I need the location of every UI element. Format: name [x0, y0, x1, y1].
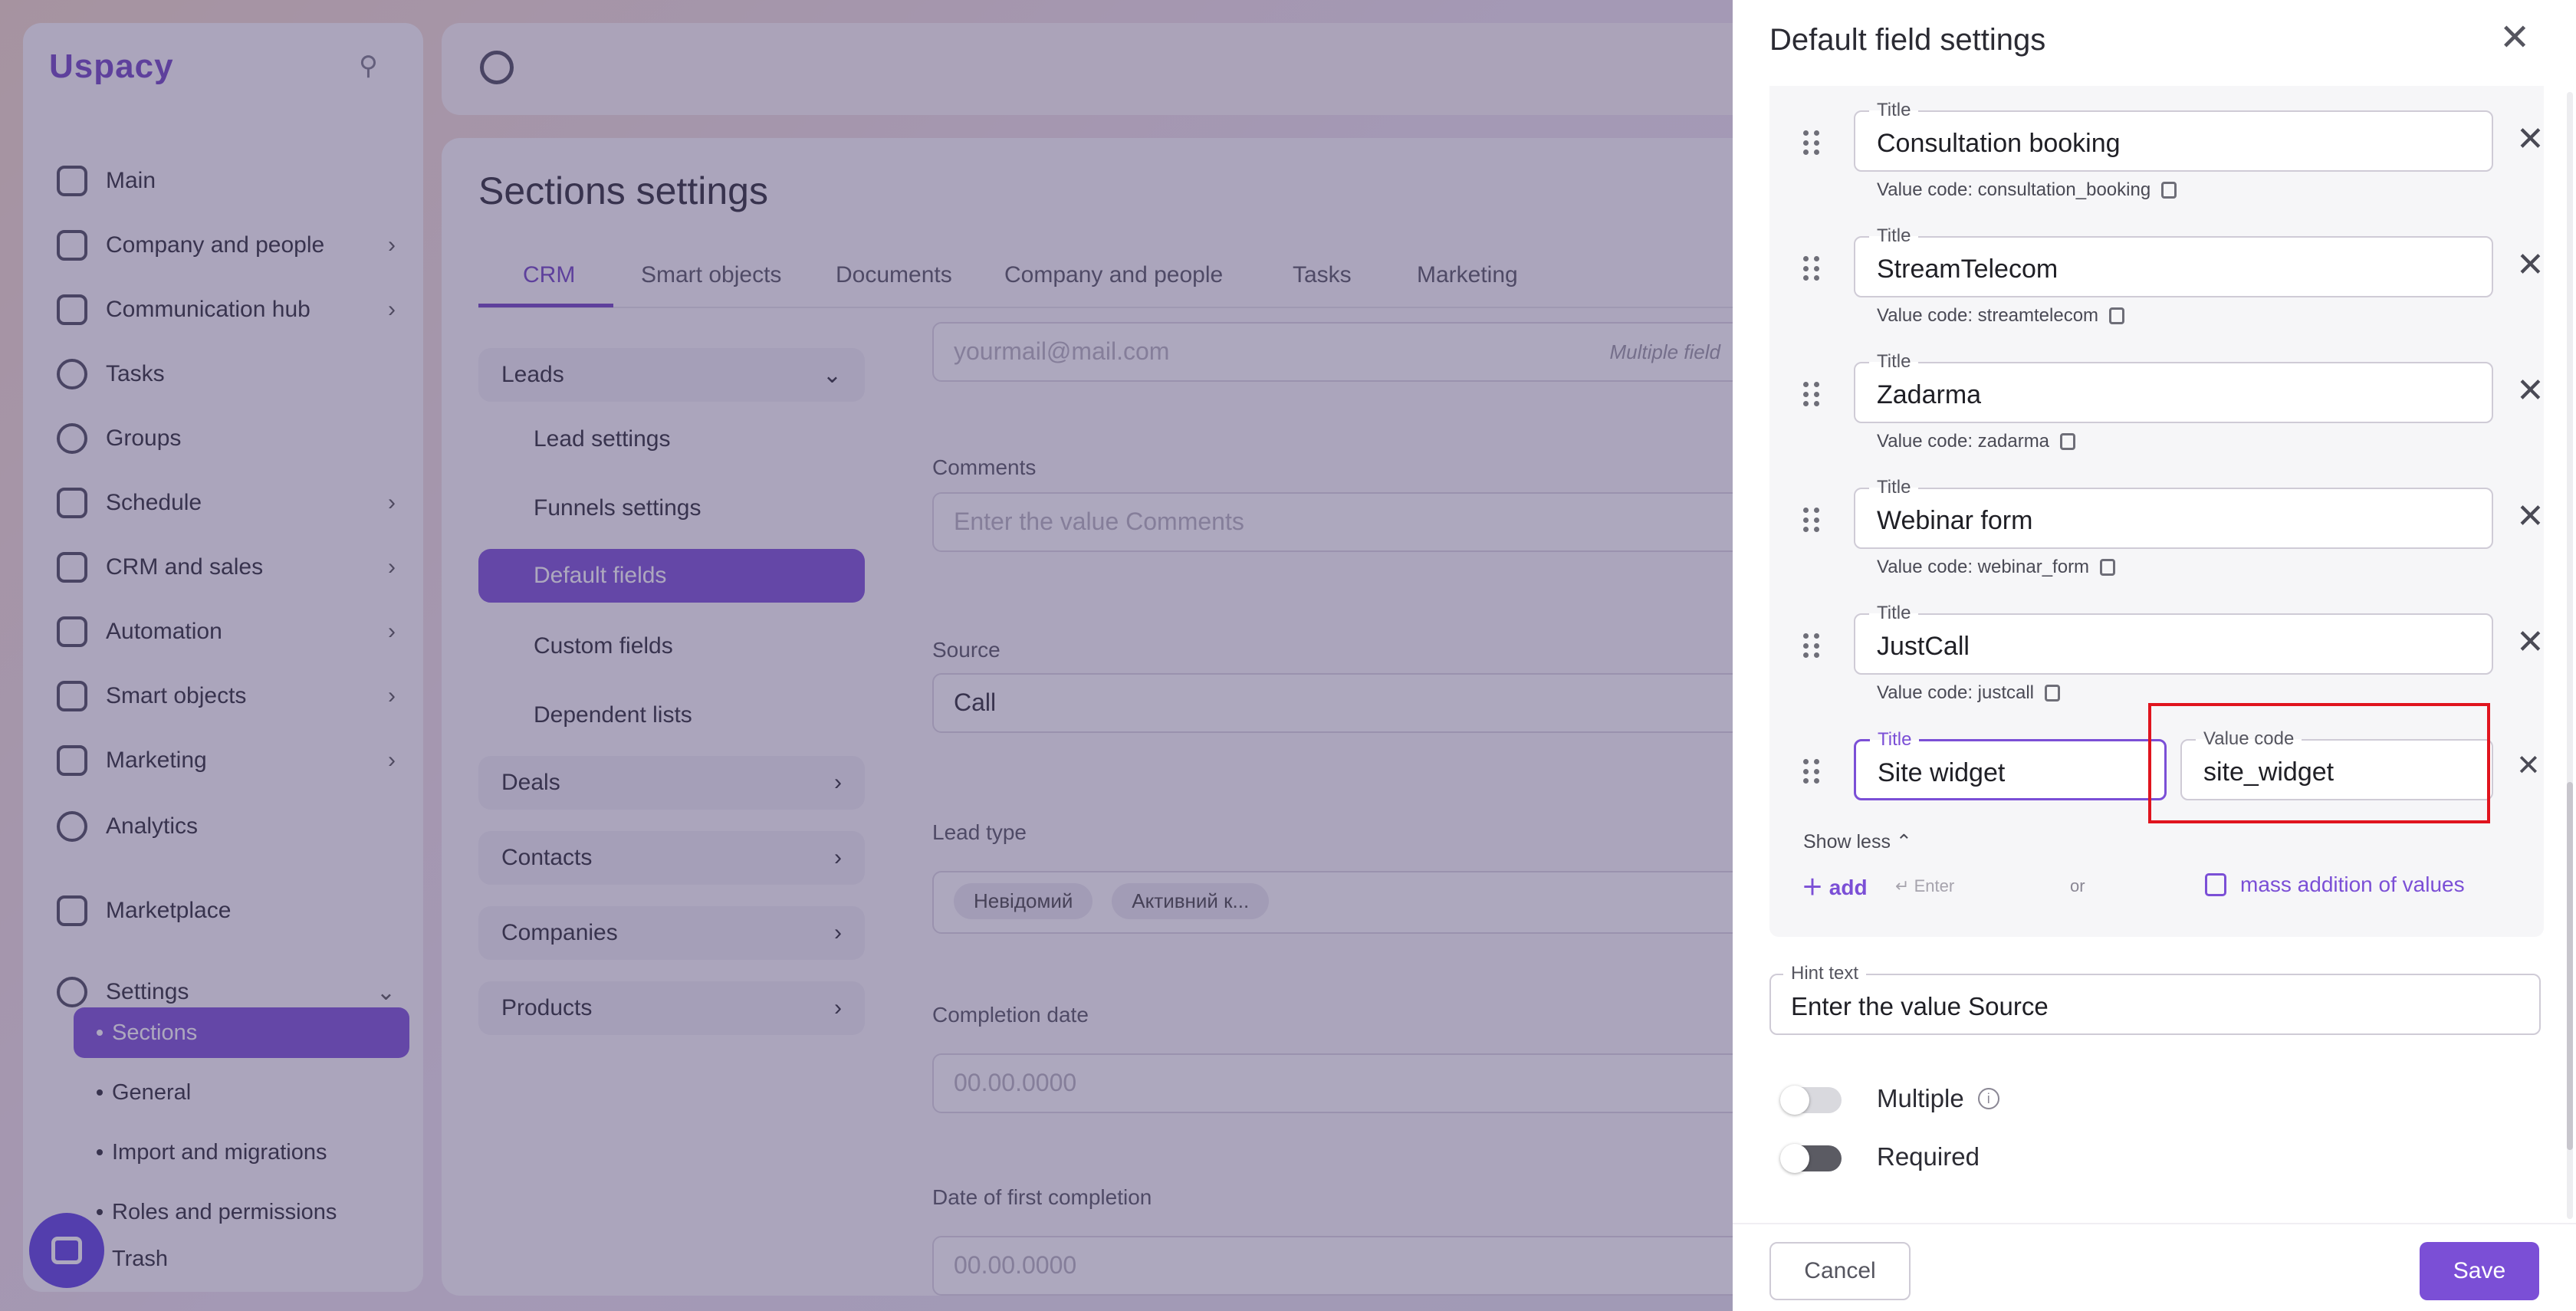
copy-icon[interactable] [2109, 307, 2125, 324]
add-value-button[interactable]: ＋ add [1802, 871, 1868, 902]
hint-text-field[interactable]: Hint text Enter the value Source [1769, 963, 2541, 1035]
drag-handle-icon[interactable] [1803, 633, 1820, 659]
default-field-settings-drawer: Default field settings ✕ Title Consultati… [1733, 0, 2576, 1311]
drag-handle-icon[interactable] [1803, 256, 1820, 282]
drawer-header: Default field settings ✕ [1733, 0, 2576, 86]
value-code-text: Value code: streamtelecom [1877, 305, 2125, 327]
chevron-up-icon: ⌃ [1895, 831, 1912, 853]
modal-overlay[interactable] [0, 0, 1733, 1311]
required-toggle[interactable] [1780, 1144, 1842, 1173]
remove-value-icon[interactable]: ✕ [2516, 123, 2545, 156]
value-code-text: Value code: consultation_booking [1877, 179, 2177, 201]
drag-handle-icon[interactable] [1803, 759, 1820, 785]
or-separator: or [2070, 876, 2085, 895]
remove-value-icon[interactable]: ✕ [2516, 248, 2545, 282]
enter-icon: ↵ [1895, 876, 1910, 895]
remove-value-icon[interactable]: ✕ [2516, 500, 2545, 534]
close-icon[interactable]: ✕ [2499, 20, 2530, 57]
value-title-input[interactable]: Title Zadarma [1854, 351, 2493, 423]
scrollbar-thumb[interactable] [2567, 782, 2573, 1150]
info-icon[interactable]: i [1977, 1088, 1999, 1109]
mass-addition-icon [2205, 873, 2226, 896]
multiple-toggle[interactable] [1780, 1086, 1842, 1115]
copy-icon[interactable] [2060, 433, 2076, 450]
mass-addition-button[interactable]: mass addition of values [2205, 872, 2465, 897]
drag-handle-icon[interactable] [1803, 382, 1820, 408]
drawer-scrollbar[interactable] [2567, 92, 2573, 1219]
cancel-button[interactable]: Cancel [1769, 1242, 1911, 1300]
value-code-text: Value code: zadarma [1877, 431, 2076, 452]
copy-icon[interactable] [2045, 685, 2061, 702]
value-title-input[interactable]: Title StreamTelecom [1854, 225, 2493, 297]
show-less-toggle[interactable]: Show less ⌃ [1803, 830, 1912, 853]
value-title-input[interactable]: Title Consultation booking [1854, 100, 2493, 172]
required-label: Required [1877, 1142, 1980, 1171]
remove-value-icon[interactable]: ✕ [2516, 751, 2541, 780]
plus-icon: ＋ [1802, 876, 1824, 899]
enter-key-hint: ↵ Enter [1895, 876, 1955, 895]
copy-icon[interactable] [2161, 182, 2177, 199]
value-code-text: Value code: webinar_form [1877, 557, 2116, 578]
value-code-text: Value code: justcall [1877, 682, 2061, 704]
remove-value-icon[interactable]: ✕ [2516, 626, 2545, 659]
drag-handle-icon[interactable] [1803, 508, 1820, 534]
drawer-title: Default field settings [1769, 23, 2046, 57]
value-title-input[interactable]: Title JustCall [1854, 603, 2493, 675]
drag-handle-icon[interactable] [1803, 130, 1820, 156]
copy-icon[interactable] [2100, 559, 2116, 576]
multiple-label: Multiple i [1877, 1084, 1999, 1113]
new-value-title-input[interactable]: Title Site widget [1854, 729, 2167, 800]
remove-value-icon[interactable]: ✕ [2516, 374, 2545, 408]
value-title-input[interactable]: Title Webinar form [1854, 477, 2493, 549]
save-button[interactable]: Save [2420, 1242, 2539, 1300]
highlight-box [2148, 703, 2490, 823]
